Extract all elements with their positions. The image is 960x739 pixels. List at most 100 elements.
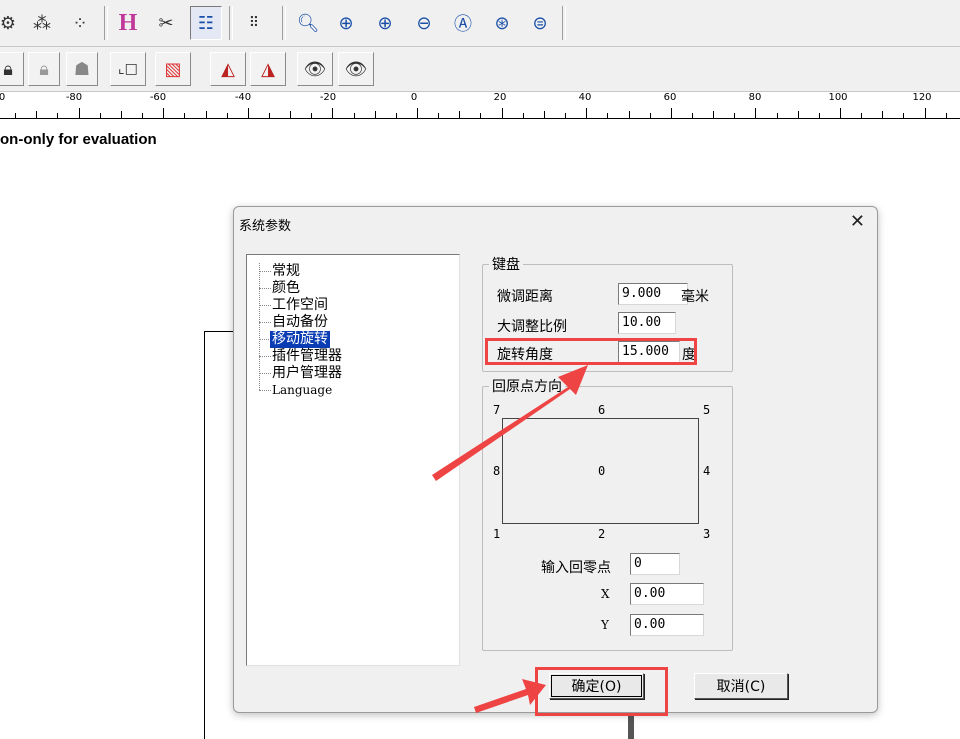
lock-gray-icon[interactable]: 🔒︎ bbox=[28, 52, 60, 86]
ruler-tick bbox=[670, 108, 672, 118]
zoom-all-icon[interactable]: ⊛ bbox=[486, 6, 518, 40]
ruler-tick bbox=[840, 108, 841, 118]
close-icon[interactable]: ✕ bbox=[850, 211, 865, 232]
coarse-scale-input[interactable]: 10.00 bbox=[618, 312, 676, 334]
mirror-horizontal-icon[interactable]: ◭ bbox=[210, 52, 246, 86]
ruler-label: 0 bbox=[410, 92, 418, 103]
ruler-label: 100 bbox=[828, 92, 848, 103]
ruler-tick bbox=[945, 113, 947, 118]
fine-adjust-unit: 毫米 bbox=[681, 289, 709, 305]
origin-5[interactable]: 5 bbox=[703, 403, 710, 417]
zoom-fit-icon[interactable]: Ⓐ bbox=[447, 6, 479, 40]
ruler-label: -20 bbox=[319, 92, 337, 103]
rotate-angle-unit: 度 bbox=[682, 347, 696, 363]
ruler-tick bbox=[395, 113, 397, 118]
ruler-tick bbox=[247, 108, 249, 118]
origin-input[interactable]: 0 bbox=[630, 553, 680, 575]
evaluation-watermark: on-only for evaluation bbox=[0, 131, 157, 148]
ruler-tick bbox=[438, 113, 440, 118]
tree-item-workspace[interactable]: 工作空间 bbox=[272, 297, 328, 314]
ruler-tick bbox=[797, 111, 799, 118]
ruler-tick bbox=[311, 113, 313, 118]
zoom-in-icon[interactable]: ⊕ bbox=[369, 6, 401, 40]
y-input[interactable]: 0.00 bbox=[630, 614, 704, 636]
canvas-line-bottom bbox=[628, 713, 634, 739]
ruler-tick bbox=[374, 111, 376, 118]
tree-item-general[interactable]: 常规 bbox=[272, 263, 300, 280]
ruler-tick bbox=[628, 111, 630, 118]
zoom-out-icon[interactable]: ⊖ bbox=[408, 6, 440, 40]
settings-tree[interactable]: 常规 颜色 工作空间 自动备份 移动旋转 插件管理器 用户管理器 Languag… bbox=[246, 254, 460, 666]
zoom-icon[interactable]: 🔍︎ bbox=[292, 6, 324, 40]
origin-0[interactable]: 0 bbox=[598, 464, 605, 478]
origin-6[interactable]: 6 bbox=[598, 403, 605, 417]
tree-item-color[interactable]: 颜色 bbox=[272, 280, 300, 297]
x-input[interactable]: 0.00 bbox=[630, 583, 704, 605]
system-parameters-dialog: 系统参数 ✕ 常规 颜色 工作空间 自动备份 移动旋转 插件管理器 用户管理器 … bbox=[233, 206, 878, 713]
fine-adjust-input[interactable]: 9.000 bbox=[618, 283, 688, 305]
nodes-icon[interactable]: ⁂ bbox=[26, 6, 58, 40]
ruler-tick bbox=[818, 113, 820, 118]
ruler-label: -60 bbox=[149, 92, 167, 103]
node-icon[interactable]: ⚙ bbox=[0, 6, 24, 40]
cancel-button[interactable]: 取消(C) bbox=[694, 673, 788, 699]
eye-alt-icon[interactable]: 👁︎ bbox=[338, 52, 374, 86]
mirror-vertical-icon[interactable]: ◮ bbox=[250, 52, 286, 86]
unlock-icon[interactable]: ☗ bbox=[66, 52, 98, 86]
ok-button[interactable]: 确定(O) bbox=[549, 673, 644, 699]
layer-color-icon[interactable]: ▧ bbox=[155, 52, 191, 86]
tree-item-move-rotate[interactable]: 移动旋转 bbox=[270, 331, 330, 348]
grid-icon[interactable]: ⠿ bbox=[238, 6, 270, 40]
ruler-tick bbox=[184, 113, 186, 118]
ruler-tick bbox=[268, 113, 270, 118]
fine-adjust-label: 微调距离 bbox=[497, 289, 553, 305]
ruler-tick bbox=[565, 113, 567, 118]
ruler-tick bbox=[543, 111, 545, 118]
ruler-tick bbox=[713, 111, 715, 118]
zoom-page-icon[interactable]: ⊜ bbox=[524, 6, 556, 40]
main-toolbar: ⚙ ⁂ ⁘ H ✂ ☷ ⠿ 🔍︎ ⊕ ⊕ ⊖ Ⓐ ⊛ ⊜ bbox=[0, 0, 960, 47]
ruler-tick bbox=[290, 111, 292, 118]
origin-1[interactable]: 1 bbox=[493, 527, 500, 541]
zoom-move-icon[interactable]: ⊕ bbox=[330, 6, 362, 40]
tree-item-user-manager[interactable]: 用户管理器 bbox=[272, 365, 342, 382]
ruler-tick bbox=[501, 108, 503, 118]
ruler-tick bbox=[226, 113, 228, 118]
ruler-tick bbox=[15, 113, 17, 118]
nodes-alt-icon[interactable]: ⁘ bbox=[64, 6, 96, 40]
ruler-label: -80 bbox=[65, 92, 83, 103]
ruler-tick bbox=[734, 113, 736, 118]
origin-4[interactable]: 4 bbox=[703, 464, 710, 478]
ruler-tick bbox=[882, 111, 884, 118]
ruler-label: 80 bbox=[748, 92, 762, 103]
ruler-tick bbox=[649, 113, 651, 118]
rotate-angle-input[interactable]: 15.000 bbox=[618, 341, 680, 363]
origin-direction-legend: 回原点方向 bbox=[492, 379, 562, 395]
ruler-label: 0 bbox=[0, 92, 6, 103]
origin-icon[interactable]: ⌞□ bbox=[110, 52, 146, 86]
lock-icon[interactable]: 🔒︎ bbox=[0, 52, 24, 86]
origin-3[interactable]: 3 bbox=[703, 527, 710, 541]
tree-item-language[interactable]: Language bbox=[272, 382, 332, 399]
y-label: Y bbox=[601, 618, 609, 632]
rotate-angle-label: 旋转角度 bbox=[497, 347, 553, 363]
ruler-label: 60 bbox=[663, 92, 677, 103]
tree-item-autobackup[interactable]: 自动备份 bbox=[272, 314, 328, 331]
coarse-scale-label: 大调整比例 bbox=[497, 319, 567, 335]
origin-input-label: 输入回零点 bbox=[541, 560, 611, 576]
dialog-title: 系统参数 bbox=[239, 219, 292, 234]
ruler-tick bbox=[332, 108, 334, 118]
origin-8[interactable]: 8 bbox=[493, 464, 500, 478]
ruler-tick bbox=[586, 108, 588, 118]
tools-icon[interactable]: ✂ bbox=[150, 6, 182, 40]
ruler-tick bbox=[924, 108, 926, 118]
origin-2[interactable]: 2 bbox=[598, 527, 605, 541]
origin-7[interactable]: 7 bbox=[493, 403, 500, 417]
eye-icon[interactable]: 👁︎ bbox=[297, 52, 333, 86]
properties-icon[interactable]: ☷ bbox=[190, 6, 222, 40]
canvas-line-horizontal bbox=[204, 331, 234, 332]
ruler-tick bbox=[163, 108, 165, 118]
x-label: X bbox=[601, 587, 610, 601]
h-layout-icon[interactable]: H bbox=[112, 6, 144, 40]
tree-item-plugin-manager[interactable]: 插件管理器 bbox=[272, 348, 342, 365]
